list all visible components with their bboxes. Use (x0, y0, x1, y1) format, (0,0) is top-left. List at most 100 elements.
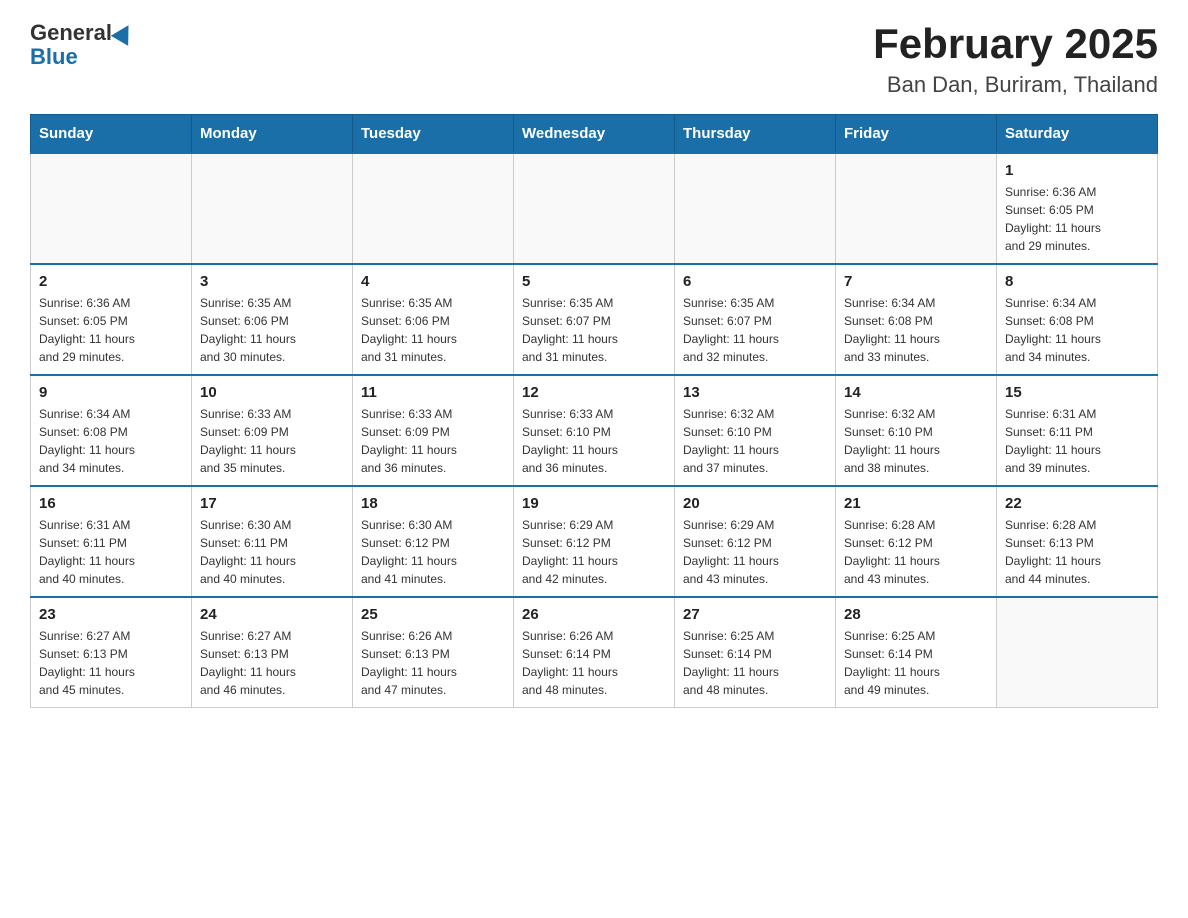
day-info: Sunrise: 6:29 AM Sunset: 6:12 PM Dayligh… (522, 516, 666, 588)
calendar-day-cell: 25 Sunrise: 6:26 AM Sunset: 6:13 PM Dayli… (353, 597, 514, 708)
day-number: 24 (200, 606, 344, 623)
day-info: Sunrise: 6:25 AM Sunset: 6:14 PM Dayligh… (844, 627, 988, 699)
page-header: General Blue February 2025 Ban Dan, Buri… (30, 20, 1158, 98)
day-info: Sunrise: 6:27 AM Sunset: 6:13 PM Dayligh… (200, 627, 344, 699)
day-of-week-header: Wednesday (514, 115, 675, 154)
calendar-day-cell: 10Sunrise: 6:33 AM Sunset: 6:09 PM Dayli… (192, 375, 353, 486)
calendar-day-cell: 19 Sunrise: 6:29 AM Sunset: 6:12 PM Dayli… (514, 486, 675, 597)
day-info: Sunrise: 6:31 AM Sunset: 6:11 PM Dayligh… (39, 516, 183, 588)
calendar-day-cell: 23 Sunrise: 6:27 AM Sunset: 6:13 PM Dayli… (31, 597, 192, 708)
calendar-day-cell: 28 Sunrise: 6:25 AM Sunset: 6:14 PM Dayli… (836, 597, 997, 708)
calendar-day-cell: 3 Sunrise: 6:35 AM Sunset: 6:06 PM Daylig… (192, 264, 353, 375)
day-number: 5 (522, 273, 666, 290)
day-info: Sunrise: 6:35 AM Sunset: 6:06 PM Dayligh… (200, 294, 344, 366)
day-info: Sunrise: 6:36 AM Sunset: 6:05 PM Dayligh… (39, 294, 183, 366)
day-info: Sunrise: 6:34 AM Sunset: 6:08 PM Dayligh… (1005, 294, 1149, 366)
day-number: 19 (522, 495, 666, 512)
calendar-week-row: 9 Sunrise: 6:34 AM Sunset: 6:08 PM Daylig… (31, 375, 1158, 486)
calendar-day-cell: 4Sunrise: 6:35 AM Sunset: 6:06 PM Daylig… (353, 264, 514, 375)
day-of-week-header: Thursday (675, 115, 836, 154)
calendar-day-cell (192, 153, 353, 264)
day-number: 27 (683, 606, 827, 623)
day-info: Sunrise: 6:35 AM Sunset: 6:06 PM Dayligh… (361, 294, 505, 366)
calendar-day-cell: 11 Sunrise: 6:33 AM Sunset: 6:09 PM Dayli… (353, 375, 514, 486)
logo-arrow-icon (111, 20, 137, 46)
day-info: Sunrise: 6:32 AM Sunset: 6:10 PM Dayligh… (683, 405, 827, 477)
calendar-day-cell: 14 Sunrise: 6:32 AM Sunset: 6:10 PM Dayli… (836, 375, 997, 486)
day-number: 2 (39, 273, 183, 290)
calendar-day-cell: 24 Sunrise: 6:27 AM Sunset: 6:13 PM Dayli… (192, 597, 353, 708)
day-number: 25 (361, 606, 505, 623)
day-info: Sunrise: 6:27 AM Sunset: 6:13 PM Dayligh… (39, 627, 183, 699)
calendar-day-cell (353, 153, 514, 264)
day-number: 16 (39, 495, 183, 512)
calendar-day-cell (675, 153, 836, 264)
calendar-subtitle: Ban Dan, Buriram, Thailand (873, 72, 1158, 98)
calendar-day-cell: 20Sunrise: 6:29 AM Sunset: 6:12 PM Dayli… (675, 486, 836, 597)
calendar-week-row: 1 Sunrise: 6:36 AM Sunset: 6:05 PM Daylig… (31, 153, 1158, 264)
calendar-day-cell (31, 153, 192, 264)
day-number: 11 (361, 384, 505, 401)
day-info: Sunrise: 6:33 AM Sunset: 6:09 PM Dayligh… (200, 405, 344, 477)
day-number: 1 (1005, 162, 1149, 179)
day-number: 17 (200, 495, 344, 512)
day-info: Sunrise: 6:25 AM Sunset: 6:14 PM Dayligh… (683, 627, 827, 699)
day-number: 14 (844, 384, 988, 401)
day-number: 12 (522, 384, 666, 401)
calendar-day-cell: 12 Sunrise: 6:33 AM Sunset: 6:10 PM Dayli… (514, 375, 675, 486)
day-number: 15 (1005, 384, 1149, 401)
calendar-header-row: SundayMondayTuesdayWednesdayThursdayFrid… (31, 115, 1158, 154)
logo: General Blue (30, 20, 136, 70)
day-info: Sunrise: 6:28 AM Sunset: 6:12 PM Dayligh… (844, 516, 988, 588)
title-area: February 2025 Ban Dan, Buriram, Thailand (873, 20, 1158, 98)
day-info: Sunrise: 6:32 AM Sunset: 6:10 PM Dayligh… (844, 405, 988, 477)
day-of-week-header: Saturday (997, 115, 1158, 154)
day-number: 26 (522, 606, 666, 623)
day-of-week-header: Sunday (31, 115, 192, 154)
day-info: Sunrise: 6:33 AM Sunset: 6:10 PM Dayligh… (522, 405, 666, 477)
calendar-week-row: 16 Sunrise: 6:31 AM Sunset: 6:11 PM Dayli… (31, 486, 1158, 597)
day-info: Sunrise: 6:35 AM Sunset: 6:07 PM Dayligh… (683, 294, 827, 366)
day-of-week-header: Friday (836, 115, 997, 154)
calendar-day-cell: 22Sunrise: 6:28 AM Sunset: 6:13 PM Dayli… (997, 486, 1158, 597)
calendar-day-cell: 13 Sunrise: 6:32 AM Sunset: 6:10 PM Dayli… (675, 375, 836, 486)
calendar-day-cell: 8 Sunrise: 6:34 AM Sunset: 6:08 PM Daylig… (997, 264, 1158, 375)
calendar-day-cell (997, 597, 1158, 708)
calendar-title: February 2025 (873, 20, 1158, 68)
calendar-day-cell: 2 Sunrise: 6:36 AM Sunset: 6:05 PM Daylig… (31, 264, 192, 375)
calendar-day-cell: 16 Sunrise: 6:31 AM Sunset: 6:11 PM Dayli… (31, 486, 192, 597)
day-info: Sunrise: 6:29 AM Sunset: 6:12 PM Dayligh… (683, 516, 827, 588)
logo-general-text: General (30, 20, 112, 46)
logo-blue-text: Blue (30, 44, 78, 70)
calendar-day-cell (836, 153, 997, 264)
day-number: 13 (683, 384, 827, 401)
calendar-week-row: 23 Sunrise: 6:27 AM Sunset: 6:13 PM Dayli… (31, 597, 1158, 708)
calendar-day-cell (514, 153, 675, 264)
day-number: 8 (1005, 273, 1149, 290)
calendar-day-cell: 15Sunrise: 6:31 AM Sunset: 6:11 PM Dayli… (997, 375, 1158, 486)
calendar-day-cell: 9 Sunrise: 6:34 AM Sunset: 6:08 PM Daylig… (31, 375, 192, 486)
calendar-week-row: 2 Sunrise: 6:36 AM Sunset: 6:05 PM Daylig… (31, 264, 1158, 375)
day-number: 9 (39, 384, 183, 401)
calendar-day-cell: 5 Sunrise: 6:35 AM Sunset: 6:07 PM Daylig… (514, 264, 675, 375)
day-of-week-header: Tuesday (353, 115, 514, 154)
calendar-day-cell: 18Sunrise: 6:30 AM Sunset: 6:12 PM Dayli… (353, 486, 514, 597)
day-number: 23 (39, 606, 183, 623)
day-number: 3 (200, 273, 344, 290)
day-number: 22 (1005, 495, 1149, 512)
day-info: Sunrise: 6:30 AM Sunset: 6:11 PM Dayligh… (200, 516, 344, 588)
day-info: Sunrise: 6:26 AM Sunset: 6:13 PM Dayligh… (361, 627, 505, 699)
day-number: 28 (844, 606, 988, 623)
calendar-day-cell: 27 Sunrise: 6:25 AM Sunset: 6:14 PM Dayli… (675, 597, 836, 708)
day-info: Sunrise: 6:36 AM Sunset: 6:05 PM Dayligh… (1005, 183, 1149, 255)
day-number: 6 (683, 273, 827, 290)
day-info: Sunrise: 6:33 AM Sunset: 6:09 PM Dayligh… (361, 405, 505, 477)
day-info: Sunrise: 6:34 AM Sunset: 6:08 PM Dayligh… (39, 405, 183, 477)
day-info: Sunrise: 6:35 AM Sunset: 6:07 PM Dayligh… (522, 294, 666, 366)
calendar-day-cell: 1 Sunrise: 6:36 AM Sunset: 6:05 PM Daylig… (997, 153, 1158, 264)
calendar-day-cell: 6 Sunrise: 6:35 AM Sunset: 6:07 PM Daylig… (675, 264, 836, 375)
calendar-day-cell: 7Sunrise: 6:34 AM Sunset: 6:08 PM Daylig… (836, 264, 997, 375)
calendar-day-cell: 21Sunrise: 6:28 AM Sunset: 6:12 PM Dayli… (836, 486, 997, 597)
calendar-day-cell: 26Sunrise: 6:26 AM Sunset: 6:14 PM Dayli… (514, 597, 675, 708)
calendar-day-cell: 17 Sunrise: 6:30 AM Sunset: 6:11 PM Dayli… (192, 486, 353, 597)
